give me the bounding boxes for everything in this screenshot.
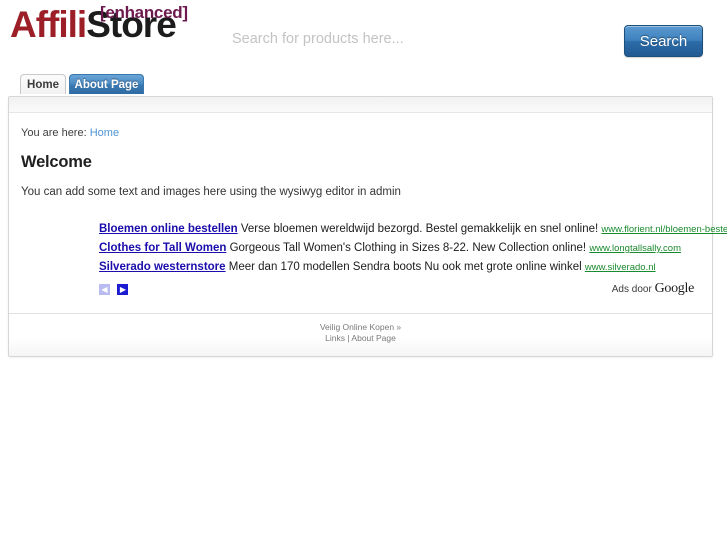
- panel-footer: Veilig Online Kopen » Links | About Page: [9, 313, 712, 356]
- ad-title-link[interactable]: Bloemen online bestellen: [99, 223, 238, 235]
- breadcrumb: You are here: Home: [21, 127, 700, 139]
- page-title: Welcome: [21, 153, 92, 171]
- main-tabbar: Home About Page: [0, 74, 727, 96]
- ad-item: Bloemen online bestellen Verse bloemen w…: [99, 220, 727, 239]
- ad-url-link[interactable]: www.florient.nl/bloemen-bestellen: [601, 224, 727, 235]
- ad-description: Gorgeous Tall Women's Clothing in Sizes …: [229, 242, 587, 254]
- ad-item: Clothes for Tall Women Gorgeous Tall Wom…: [99, 239, 700, 258]
- ads-attribution-prefix: Ads door: [611, 284, 652, 295]
- ad-description: Verse bloemen wereldwijd bezorgd. Bestel…: [240, 223, 599, 235]
- tab-about-page[interactable]: About Page: [69, 74, 144, 94]
- ad-item: Silverado westernstore Meer dan 170 mode…: [99, 258, 700, 277]
- ad-title-link[interactable]: Clothes for Tall Women: [99, 242, 226, 254]
- ads-pager: ◀ ▶ Ads door Google: [99, 281, 700, 303]
- page-root: AffiliStore [enhanced] Search Home About…: [0, 0, 727, 545]
- chevron-left-icon[interactable]: ◀: [99, 284, 110, 296]
- footer-tagline: Veilig Online Kopen »: [9, 322, 712, 333]
- content-panel: You are here: Home Welcome You can add s…: [8, 96, 727, 357]
- chevron-right-icon[interactable]: ▶: [117, 284, 129, 296]
- search-button[interactable]: Search: [624, 25, 703, 57]
- panel-body: You are here: Home Welcome You can add s…: [9, 113, 727, 313]
- ad-description: Meer dan 170 modellen Sendra boots Nu oo…: [228, 261, 582, 273]
- breadcrumb-link-home[interactable]: Home: [90, 127, 119, 139]
- ad-title-link[interactable]: Silverado westernstore: [99, 261, 226, 273]
- site-logo[interactable]: AffiliStore [enhanced]: [10, 4, 188, 45]
- logo-badge-enhanced: [enhanced]: [100, 3, 188, 22]
- ad-url-link[interactable]: www.longtallsally.com: [589, 243, 681, 254]
- footer-links[interactable]: Links | About Page: [9, 333, 712, 344]
- tab-home[interactable]: Home: [20, 74, 66, 94]
- google-logo: Google: [654, 281, 695, 296]
- search-input[interactable]: [232, 31, 622, 47]
- breadcrumb-prefix: You are here:: [21, 127, 87, 139]
- logo-text-primary: Affili: [10, 4, 87, 45]
- site-header: AffiliStore [enhanced] Search: [0, 0, 727, 72]
- ads-block: Bloemen online bestellen Verse bloemen w…: [99, 220, 727, 303]
- intro-text: You can add some text and images here us…: [21, 186, 401, 198]
- panel-top-strip: [9, 97, 712, 113]
- footer-link-veilig-online-kopen[interactable]: Veilig Online Kopen »: [320, 322, 401, 332]
- ad-url-link[interactable]: www.silverado.nl: [585, 262, 656, 273]
- ads-attribution[interactable]: Ads door Google: [611, 281, 695, 297]
